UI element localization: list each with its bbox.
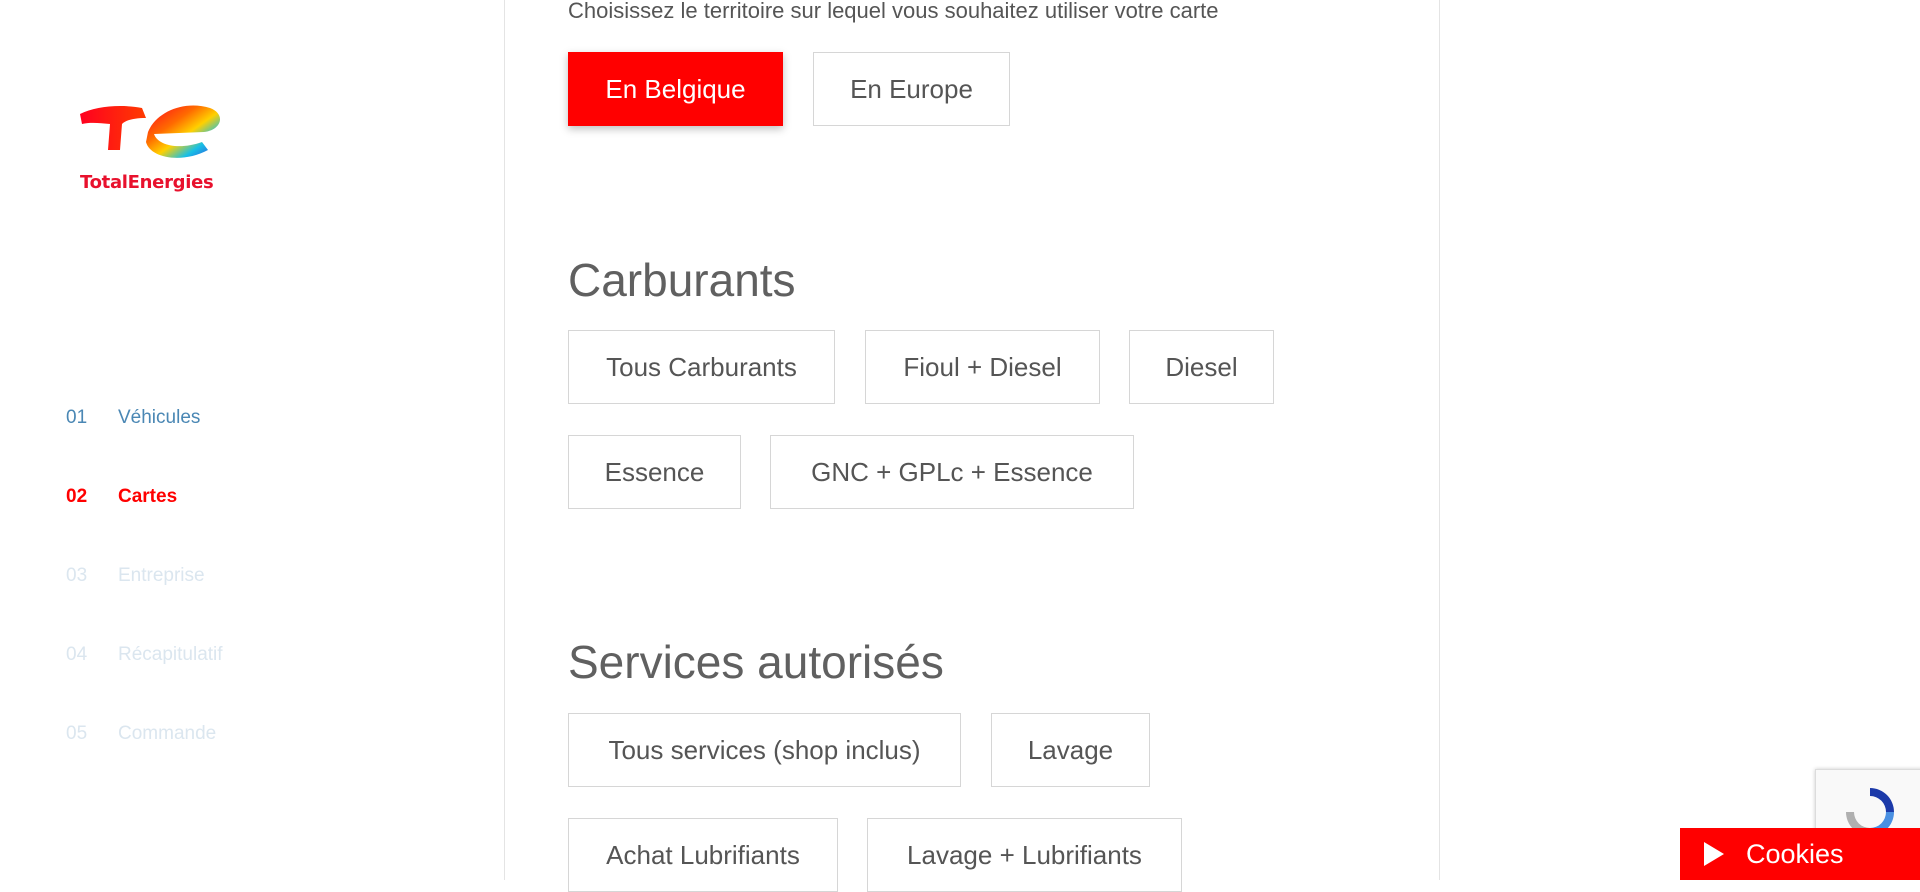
- services-section-title: Services autorisés: [568, 636, 944, 688]
- fuels-section-title: Carburants: [568, 254, 796, 306]
- brand-wordmark: TotalEnergies: [80, 172, 214, 193]
- fuel-fioul-diesel-button[interactable]: Fioul + Diesel: [865, 330, 1100, 404]
- service-lubrifiants-button[interactable]: Achat Lubrifiants: [568, 818, 838, 892]
- territory-belgique-button[interactable]: En Belgique: [568, 52, 783, 126]
- step-cartes[interactable]: 02 Cartes: [66, 457, 223, 536]
- service-lavage-button[interactable]: Lavage: [991, 713, 1150, 787]
- fuel-essence-button[interactable]: Essence: [568, 435, 741, 509]
- cookies-button[interactable]: Cookies: [1680, 828, 1920, 880]
- cookies-label: Cookies: [1746, 838, 1844, 869]
- step-label: Récapitulatif: [118, 643, 223, 665]
- step-number: 04: [66, 643, 88, 665]
- step-number: 01: [66, 406, 88, 428]
- cards-config-panel: Choisissez le territoire sur lequel vous…: [568, 0, 1428, 892]
- right-divider: [1439, 0, 1440, 880]
- step-label: Véhicules: [118, 406, 201, 428]
- step-label: Entreprise: [118, 564, 205, 586]
- step-recapitulatif[interactable]: 04 Récapitulatif: [66, 615, 223, 694]
- service-lavage-lubrifiants-button[interactable]: Lavage + Lubrifiants: [867, 818, 1182, 892]
- fuel-all-button[interactable]: Tous Carburants: [568, 330, 835, 404]
- territory-europe-button[interactable]: En Europe: [813, 52, 1010, 126]
- step-label: Cartes: [118, 485, 178, 507]
- left-divider: [504, 0, 505, 880]
- fuel-gnc-gplc-essence-button[interactable]: GNC + GPLc + Essence: [770, 435, 1134, 509]
- territory-instruction: Choisissez le territoire sur lequel vous…: [568, 0, 1219, 23]
- step-entreprise[interactable]: 03 Entreprise: [66, 536, 223, 615]
- play-icon: [1704, 842, 1724, 866]
- step-vehicules[interactable]: 01 Véhicules: [66, 378, 223, 457]
- steps-nav: 01 Véhicules 02 Cartes 03 Entreprise 04 …: [66, 378, 223, 773]
- step-label: Commande: [118, 722, 217, 744]
- step-number: 02: [66, 485, 88, 507]
- service-all-button[interactable]: Tous services (shop inclus): [568, 713, 961, 787]
- step-commande[interactable]: 05 Commande: [66, 694, 223, 773]
- fuel-diesel-button[interactable]: Diesel: [1129, 330, 1274, 404]
- step-number: 03: [66, 564, 88, 586]
- step-number: 05: [66, 722, 88, 744]
